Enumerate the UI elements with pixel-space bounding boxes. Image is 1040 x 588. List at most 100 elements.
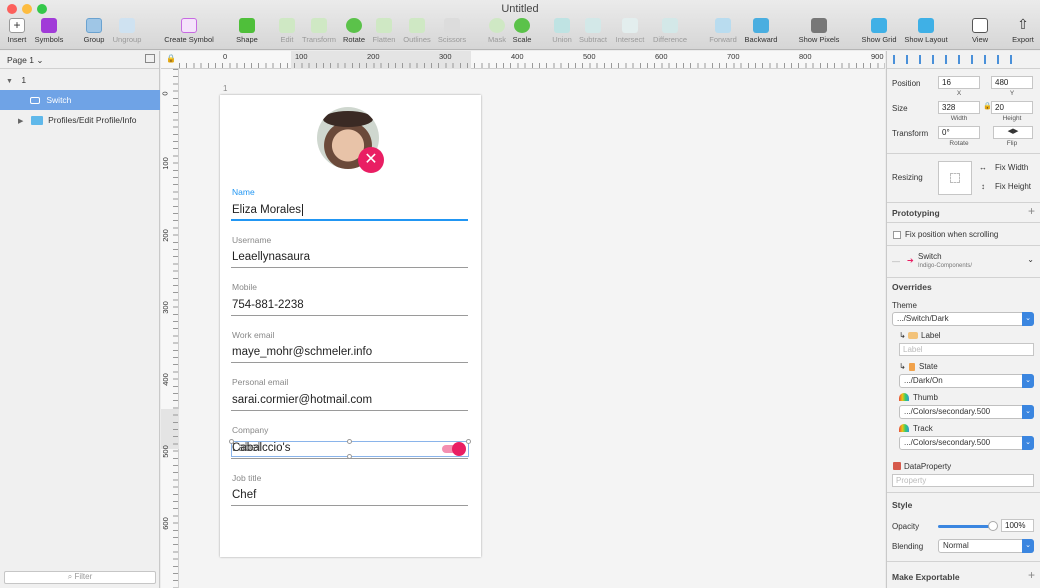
- theme-dropdown[interactable]: .../Switch/Dark ⌄: [892, 312, 1034, 326]
- personal-email-input[interactable]: sarai.cormier@hotmail.com: [232, 394, 372, 406]
- blending-dropdown[interactable]: Normal ⌄: [938, 539, 1034, 553]
- layout-icon: [918, 18, 934, 33]
- artboard[interactable]: ✕ Name Eliza Morales Username Leaellynas…: [220, 95, 481, 557]
- opacity-input[interactable]: 100%: [1001, 519, 1034, 532]
- add-prototyping-icon[interactable]: +: [1028, 204, 1035, 218]
- fix-width-label[interactable]: Fix Width: [995, 163, 1028, 172]
- job-title-input[interactable]: Chef: [232, 489, 256, 501]
- ruler-label: 500: [583, 52, 596, 61]
- property-input[interactable]: Property: [892, 474, 1034, 487]
- flatten-button[interactable]: Flatten: [370, 18, 398, 48]
- backward-button[interactable]: Backward: [742, 18, 780, 48]
- subtract-button[interactable]: Subtract: [577, 18, 609, 48]
- blending-label: Blending: [892, 542, 924, 551]
- thumb-dropdown[interactable]: .../Colors/secondary.500 ⌄: [899, 405, 1034, 419]
- view-button[interactable]: View: [967, 18, 993, 48]
- create-symbol-button[interactable]: Create Symbol: [162, 18, 216, 48]
- intersect-button[interactable]: Intersect: [612, 18, 648, 48]
- label-override-input[interactable]: Label: [899, 343, 1034, 356]
- union-icon: [554, 18, 570, 33]
- show-grid-button[interactable]: Show Grid: [860, 18, 898, 48]
- union-button[interactable]: Union: [550, 18, 574, 48]
- ungroup-button[interactable]: Ungroup: [110, 18, 144, 48]
- fix-height-icon[interactable]: ↕: [981, 182, 985, 191]
- switch-thumb[interactable]: [452, 442, 466, 456]
- username-input[interactable]: Leaellynasaura: [232, 251, 310, 263]
- add-export-icon[interactable]: +: [1028, 568, 1035, 582]
- width-input[interactable]: 328: [938, 101, 980, 114]
- state-label: State: [919, 362, 938, 371]
- text-style-icon: [908, 332, 918, 339]
- fix-height-label[interactable]: Fix Height: [995, 182, 1031, 191]
- resize-handle[interactable]: [347, 454, 352, 459]
- chevron-down-icon[interactable]: ⌄: [1027, 255, 1034, 264]
- artboard-title[interactable]: 1: [223, 84, 227, 93]
- height-input[interactable]: 20: [991, 101, 1033, 114]
- flip-horizontal-icon: ◀▶: [1007, 128, 1019, 135]
- layer-profile-group[interactable]: ▶ Profiles/Edit Profile/Info: [0, 110, 160, 130]
- name-underline: [231, 219, 468, 221]
- pixels-icon: [811, 18, 827, 33]
- fix-position-label: Fix position when scrolling: [905, 230, 999, 239]
- detach-icon[interactable]: —: [892, 257, 900, 266]
- resize-handle[interactable]: [347, 439, 352, 444]
- rotate-input[interactable]: 0°: [938, 126, 980, 139]
- outlines-button[interactable]: Outlines: [401, 18, 433, 48]
- grid-icon: [871, 18, 887, 33]
- edit-button[interactable]: Edit: [276, 18, 298, 48]
- divider: [887, 153, 1040, 154]
- layer-switch[interactable]: Switch: [0, 90, 160, 110]
- resize-handle[interactable]: [466, 439, 471, 444]
- symbol-link-icon: ➔: [907, 256, 914, 265]
- rotate-button[interactable]: Rotate: [341, 18, 367, 48]
- flip-buttons[interactable]: ◀▶: [993, 126, 1033, 139]
- show-layout-button[interactable]: Show Layout: [902, 18, 950, 48]
- shape-button[interactable]: Shape: [233, 18, 261, 48]
- scale-button[interactable]: Scale: [511, 18, 533, 48]
- flatten-icon: [376, 18, 392, 33]
- disclosure-closed-icon: ▶: [18, 118, 24, 125]
- shape-icon: [239, 18, 255, 33]
- page-selector[interactable]: Page 1 ⌄: [0, 51, 159, 69]
- chevron-down-icon: ⌄: [1022, 539, 1034, 553]
- work-email-input[interactable]: maye_mohr@schmeler.info: [232, 346, 372, 358]
- name-value: Eliza Morales: [232, 204, 302, 216]
- show-pixels-button[interactable]: Show Pixels: [797, 18, 841, 48]
- state-dropdown[interactable]: .../Dark/On ⌄: [899, 374, 1034, 388]
- symbols-button[interactable]: Symbols: [33, 18, 65, 48]
- forward-button[interactable]: Forward: [707, 18, 739, 48]
- opacity-slider-track[interactable]: [938, 525, 994, 528]
- layer-artboard[interactable]: ▼ 1: [0, 70, 160, 90]
- opacity-slider-thumb[interactable]: [988, 521, 998, 531]
- horizontal-ruler: 🔒 0 100 200 300 400 500 600 700 800 900: [161, 51, 885, 69]
- track-dropdown[interactable]: .../Colors/secondary.500 ⌄: [899, 436, 1034, 450]
- name-input[interactable]: Eliza Morales: [232, 204, 304, 216]
- group-button[interactable]: Group: [82, 18, 106, 48]
- resizing-constraints-widget[interactable]: [938, 161, 972, 195]
- fix-position-checkbox[interactable]: [893, 231, 901, 239]
- align-icons[interactable]: [893, 55, 1021, 64]
- filter-input[interactable]: ⌕ Filter: [4, 571, 156, 584]
- remove-avatar-button[interactable]: ✕: [358, 147, 384, 173]
- collapse-pages-icon[interactable]: [145, 54, 155, 63]
- insert-button[interactable]: + Insert: [5, 18, 29, 48]
- toolbar: Untitled + Insert Symbols Group Ungroup C…: [0, 0, 1040, 50]
- resize-handle[interactable]: [229, 439, 234, 444]
- transform-button[interactable]: Transform: [300, 18, 338, 48]
- symbol-name[interactable]: Switch: [918, 252, 942, 261]
- canvas[interactable]: 🔒 0 100 200 300 400 500 600 700 800 900 …: [161, 51, 885, 588]
- export-button[interactable]: ⇧ Export: [1009, 17, 1037, 48]
- switch-selection-box[interactable]: [229, 439, 471, 459]
- y-input[interactable]: 480: [991, 76, 1033, 89]
- fix-width-icon[interactable]: ↔: [979, 163, 987, 172]
- chevron-down-icon: ⌄: [1022, 405, 1034, 419]
- state-icon: [909, 363, 915, 371]
- ruler-label: 200: [160, 229, 170, 242]
- mask-button[interactable]: Mask: [486, 18, 508, 48]
- x-input[interactable]: 16: [938, 76, 980, 89]
- blending-value: Normal: [943, 541, 969, 550]
- chevron-down-icon: ⌄: [36, 55, 44, 65]
- mobile-input[interactable]: 754-881-2238: [232, 299, 304, 311]
- scissors-button[interactable]: Scissors: [436, 18, 468, 48]
- difference-button[interactable]: Difference: [650, 18, 690, 48]
